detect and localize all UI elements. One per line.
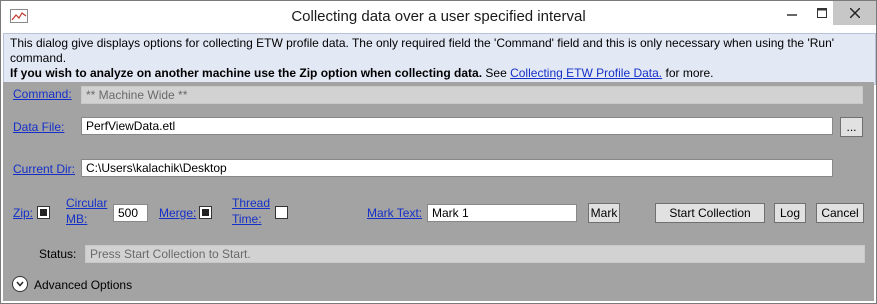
mark-text-field[interactable]: Mark 1 [427,204,577,222]
info-tail: for more. [662,66,714,80]
circular-mb-field[interactable]: 500 [113,204,148,222]
browse-button[interactable]: ... [840,117,863,137]
etw-docs-link[interactable]: Collecting ETW Profile Data. [510,66,662,80]
data-file-field[interactable]: PerfViewData.etl [81,117,833,135]
info-zip-hint: If you wish to analyze on another machin… [10,66,869,81]
current-dir-field[interactable]: C:\Users\kalachik\Desktop [81,159,833,177]
merge-label[interactable]: Merge: [159,206,196,220]
data-file-label[interactable]: Data File: [13,120,64,134]
window-title: Collecting data over a user specified in… [291,8,586,25]
thread-time-label-line1[interactable]: Thread [232,196,270,210]
minimize-icon [787,14,797,16]
cancel-button[interactable]: Cancel [816,203,864,223]
mark-text-label[interactable]: Mark Text: [367,206,422,220]
form-panel: Command: ** Machine Wide ** Data File: P… [3,82,874,301]
status-label: Status: [39,247,77,261]
title-bar[interactable]: Collecting data over a user specified in… [1,1,876,33]
advanced-options-label[interactable]: Advanced Options [34,278,132,292]
start-collection-button[interactable]: Start Collection [655,203,765,223]
advanced-options-expander[interactable] [12,276,28,292]
zip-label[interactable]: Zip: [13,206,33,220]
merge-checkbox[interactable] [199,206,212,219]
circular-label-line2[interactable]: MB: [66,212,87,226]
command-field[interactable]: ** Machine Wide ** [81,86,863,104]
log-button[interactable]: Log [774,203,806,223]
thread-time-checkbox[interactable] [275,206,288,219]
zip-checkbox[interactable] [37,206,50,219]
close-button[interactable] [833,1,876,25]
info-description: This dialog give displays options for co… [10,36,835,65]
info-see: See [482,66,511,80]
thread-time-label-line2[interactable]: Time: [232,212,262,226]
close-icon [849,8,860,18]
circular-label-line1[interactable]: Circular [66,196,107,210]
info-bold-hint: If you wish to analyze on another machin… [10,66,483,80]
current-dir-label[interactable]: Current Dir: [13,162,75,176]
chevron-down-icon [16,281,24,287]
maximize-icon [817,8,827,18]
command-label[interactable]: Command: [13,87,72,101]
minimize-button[interactable] [777,1,807,25]
mark-button[interactable]: Mark [588,203,620,223]
dialog-window: Collecting data over a user specified in… [0,0,877,304]
status-field: Press Start Collection to Start. [85,245,865,263]
info-panel: This dialog give displays options for co… [3,33,876,85]
